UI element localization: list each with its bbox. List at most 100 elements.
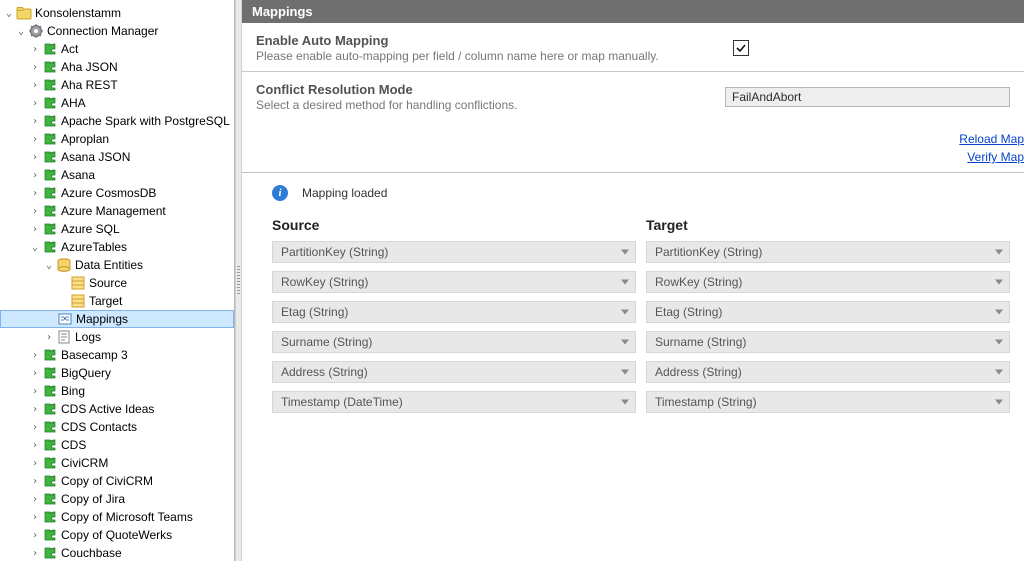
expand-icon[interactable]: › [28,476,42,487]
tree-item[interactable]: › Aha JSON [0,58,234,76]
tree-item[interactable]: ›Azure Management [0,202,234,220]
tree-item[interactable]: ›Copy of QuoteWerks [0,526,234,544]
splitter[interactable] [235,0,242,561]
tree-connection-manager[interactable]: ⌄ Connection Manager [0,22,234,40]
tree-item[interactable]: ›CDS Active Ideas [0,400,234,418]
tree-item[interactable]: › Asana [0,166,234,184]
expand-icon[interactable]: › [28,152,42,163]
tree-item[interactable]: › CDS [0,436,234,454]
expand-icon[interactable]: › [28,458,42,469]
tree-item-source[interactable]: › Source [0,274,234,292]
tree-item[interactable]: ›Apache Spark with PostgreSQL [0,112,234,130]
mapping-row: Address (String) Address (String) [272,361,1010,383]
tree-root-label: Konsolenstamm [32,6,121,20]
tree-item[interactable]: ›Couchbase [0,544,234,561]
source-field-select[interactable]: PartitionKey (String) [272,241,636,263]
expand-icon[interactable]: › [28,422,42,433]
tree-item-label: AHA [58,96,86,110]
tree-item[interactable]: ›Aproplan [0,130,234,148]
tree-item-label: Aha JSON [58,60,118,74]
target-field-select[interactable]: Etag (String) [646,301,1010,323]
tree-item-logs[interactable]: › Logs [0,328,234,346]
target-field-select[interactable]: Address (String) [646,361,1010,383]
puzzle-icon [42,59,58,75]
puzzle-icon [42,437,58,453]
verify-map-link[interactable]: Verify Map [242,148,1024,166]
mapping-row: Etag (String) Etag (String) [272,301,1010,323]
tree-item-label: Asana [58,168,95,182]
source-field-select[interactable]: Etag (String) [272,301,636,323]
tree-item-target[interactable]: › Target [0,292,234,310]
expand-icon[interactable]: › [28,386,42,397]
target-field-select[interactable]: RowKey (String) [646,271,1010,293]
expand-icon[interactable]: › [28,494,42,505]
tree-item-label: CDS [58,438,86,452]
expand-icon[interactable]: › [28,548,42,559]
expand-icon[interactable]: › [28,368,42,379]
target-field-select[interactable]: Timestamp (String) [646,391,1010,413]
tree-item-azuretables[interactable]: ⌄ AzureTables [0,238,234,256]
tree-item[interactable]: ›Copy of Microsoft Teams [0,508,234,526]
conflict-mode-select[interactable]: FailAndAbort [725,87,1010,107]
tree-item[interactable]: ›Asana JSON [0,148,234,166]
tree-item[interactable]: ›Copy of Jira [0,490,234,508]
expand-icon[interactable]: › [42,332,56,343]
section-desc: Please enable auto-mapping per field / c… [256,49,725,63]
database-icon [56,257,72,273]
tree-item[interactable]: ›Copy of CiviCRM [0,472,234,490]
expand-icon[interactable]: ⌄ [2,8,16,19]
tree-item[interactable]: › AHA [0,94,234,112]
puzzle-icon [42,185,58,201]
expand-icon[interactable]: › [28,62,42,73]
tree-item-label: BigQuery [58,366,111,380]
expand-icon[interactable]: › [28,512,42,523]
section-title: Enable Auto Mapping [256,33,725,48]
auto-mapping-checkbox[interactable] [733,40,749,56]
tree-item[interactable]: ›Aha REST [0,76,234,94]
expand-icon[interactable]: › [28,206,42,217]
expand-icon[interactable]: › [28,134,42,145]
source-field-select[interactable]: Address (String) [272,361,636,383]
expand-icon[interactable]: ⌄ [28,242,42,253]
expand-icon[interactable]: › [28,188,42,199]
tree-item[interactable]: ›Act [0,40,234,58]
expand-icon[interactable]: › [28,350,42,361]
target-field-select[interactable]: PartitionKey (String) [646,241,1010,263]
section-desc: Select a desired method for handling con… [256,98,725,112]
expand-icon[interactable]: › [28,44,42,55]
tree-item[interactable]: › BigQuery [0,364,234,382]
puzzle-icon [42,509,58,525]
tree-item-label: Basecamp 3 [58,348,128,362]
expand-icon[interactable]: › [28,170,42,181]
tree-item-data-entities[interactable]: ⌄ Data Entities [0,256,234,274]
expand-icon[interactable]: › [28,440,42,451]
expand-icon[interactable]: ⌄ [42,260,56,271]
tree-item[interactable]: ›Bing [0,382,234,400]
reload-map-link[interactable]: Reload Map [242,130,1024,148]
expand-icon[interactable]: › [28,116,42,127]
expand-icon[interactable]: › [28,80,42,91]
table-icon [70,275,86,291]
expand-icon[interactable]: ⌄ [14,26,28,37]
source-field-select[interactable]: Timestamp (DateTime) [272,391,636,413]
expand-icon[interactable]: › [28,530,42,541]
expand-icon[interactable]: › [28,404,42,415]
expand-icon[interactable]: › [28,224,42,235]
column-header-source: Source [272,213,636,241]
source-field-select[interactable]: RowKey (String) [272,271,636,293]
tree-item[interactable]: ›Azure SQL [0,220,234,238]
tree-root[interactable]: ⌄ Konsolenstamm [0,4,234,22]
section-title: Conflict Resolution Mode [256,82,725,97]
tree-item[interactable]: › Basecamp 3 [0,346,234,364]
navigation-tree[interactable]: ⌄ Konsolenstamm ⌄ Connection Manager ›Ac… [0,0,235,561]
expand-icon[interactable]: › [28,98,42,109]
source-field-select[interactable]: Surname (String) [272,331,636,353]
puzzle-icon [42,113,58,129]
tree-item[interactable]: ›Azure CosmosDB [0,184,234,202]
tree-item[interactable]: ›CiviCRM [0,454,234,472]
puzzle-icon [42,347,58,363]
puzzle-icon [42,77,58,93]
target-field-select[interactable]: Surname (String) [646,331,1010,353]
tree-item[interactable]: ›CDS Contacts [0,418,234,436]
tree-item-mappings[interactable]: › Mappings [0,310,234,328]
